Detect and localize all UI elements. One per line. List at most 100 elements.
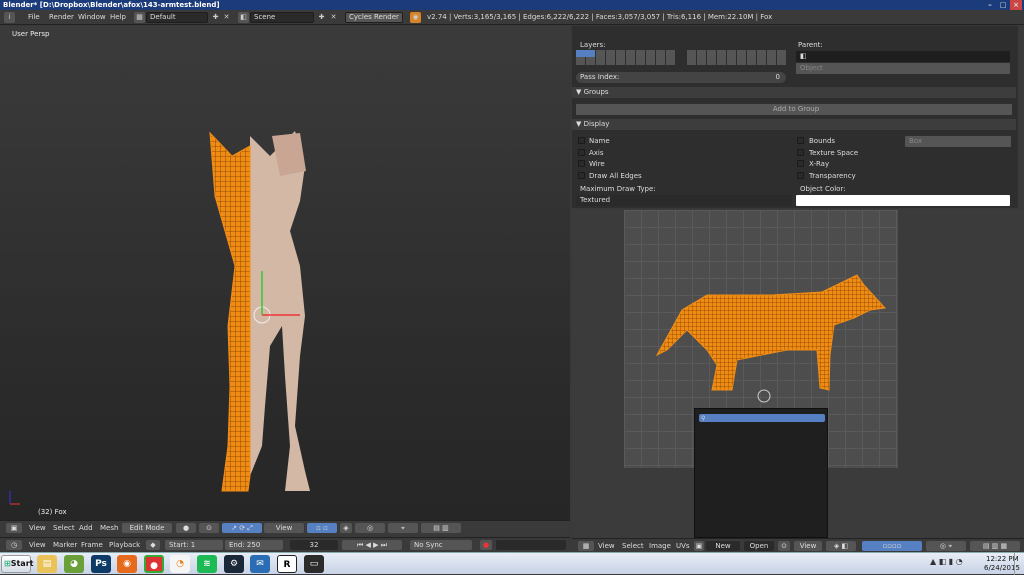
render-engine-selector[interactable]: Cycles Render	[345, 12, 403, 23]
editor-type-icon[interactable]: i	[4, 12, 15, 23]
uv-extra-buttons[interactable]: ▤ ▥ ▦	[970, 541, 1020, 551]
max-draw-type-label: Maximum Draw Type:	[580, 185, 656, 193]
console-icon[interactable]: ▭	[304, 555, 324, 573]
image-browse-icon[interactable]: ▣	[694, 541, 704, 551]
layers-grid-2[interactable]	[687, 50, 787, 65]
chrome-icon[interactable]: ●	[144, 555, 164, 573]
object-color-swatch[interactable]	[796, 195, 1010, 206]
menu-mesh[interactable]: Mesh	[100, 523, 118, 533]
max-draw-type-selector[interactable]: Textured	[576, 195, 792, 206]
sync-selector[interactable]: No Sync	[410, 540, 472, 550]
firefox-icon[interactable]: ◉	[117, 555, 137, 573]
menu-render[interactable]: Render	[49, 10, 74, 25]
uv-menu-select[interactable]: Select	[622, 541, 644, 551]
mode-selector[interactable]: Edit Mode	[122, 523, 172, 533]
pass-index-field[interactable]: Pass Index: 0	[576, 72, 786, 83]
add-scene-icon[interactable]: ✚	[316, 12, 327, 23]
menu-select[interactable]: Select	[53, 523, 75, 533]
new-image-button[interactable]: New	[706, 541, 740, 551]
timeline-editor-type[interactable]: ◷	[6, 540, 22, 550]
orientation-selector[interactable]: View	[264, 523, 304, 533]
uv-menu-uvs[interactable]: UVs	[676, 541, 690, 551]
paint-icon[interactable]: ◕	[64, 555, 84, 573]
wire-checkbox[interactable]	[578, 160, 585, 167]
proportional-edit[interactable]: ◎	[355, 523, 385, 533]
spotify-icon[interactable]: ≋	[197, 555, 217, 573]
menu-help[interactable]: Help	[110, 10, 126, 25]
timeline-menu-marker[interactable]: Marker	[53, 540, 77, 550]
minimize-button[interactable]: –	[984, 0, 996, 10]
layout-selector[interactable]: Default	[146, 12, 208, 23]
blender-icon[interactable]: ◔	[170, 555, 190, 573]
current-frame-field[interactable]: 32	[290, 540, 338, 550]
pivot-selector[interactable]: ⊙	[199, 523, 219, 533]
menu-add[interactable]: Add	[79, 523, 93, 533]
3d-viewport[interactable]: User Persp (32) Fox	[0, 26, 570, 520]
snap-toggle[interactable]: ⌖	[388, 523, 418, 533]
tray-icons[interactable]: ▲ ◧ ▮ ◔	[930, 557, 980, 571]
timeline-menu-playback[interactable]: Playback	[109, 540, 140, 550]
start-button[interactable]: ⊞Start	[1, 555, 33, 573]
occlude-toggle[interactable]: ◈	[340, 523, 352, 533]
parent-field[interactable]: ◧	[796, 51, 1010, 62]
active-layer[interactable]	[576, 50, 595, 57]
scene-selector[interactable]: Scene	[250, 12, 314, 23]
end-frame-field[interactable]: End: 250	[225, 540, 283, 550]
groups-panel-header[interactable]: ▼ Groups	[572, 87, 1016, 98]
menu-window[interactable]: Window	[78, 10, 106, 25]
uv-sync-buttons[interactable]: ◈ ◧	[826, 541, 856, 551]
uv-menu-image[interactable]: Image	[649, 541, 671, 551]
menu-view[interactable]: View	[29, 523, 46, 533]
timeline-menu-view[interactable]: View	[29, 540, 46, 550]
image-search-field[interactable]: ⚲	[699, 414, 825, 422]
keying-set-field[interactable]	[496, 540, 566, 550]
uv-select-mode-buttons[interactable]: ▫▫▫▫	[862, 541, 922, 551]
render-preview-buttons[interactable]: ▤ ▥	[421, 523, 461, 533]
r-studio-icon[interactable]: R	[277, 555, 297, 573]
uv-editor-type[interactable]: ▦	[578, 541, 594, 551]
bounds-checkbox[interactable]	[797, 137, 804, 144]
uv-editor[interactable]: ⚲	[572, 210, 1024, 538]
manipulator-toggles[interactable]: ↗ ⟳ ⤢	[222, 523, 262, 533]
menu-file[interactable]: File	[28, 10, 40, 25]
image-browser-popup[interactable]: ⚲	[694, 408, 828, 538]
remove-layout-icon[interactable]: ✕	[221, 12, 232, 23]
transparency-checkbox[interactable]	[797, 172, 804, 179]
info-header: i File Render Window Help ▦ Default ✚ ✕ …	[0, 10, 1024, 25]
maximize-button[interactable]: □	[997, 0, 1009, 10]
editor-type-button[interactable]: ▣	[6, 523, 22, 533]
keyframe-lock-icon[interactable]: ◆	[146, 540, 160, 550]
draw-all-edges-checkbox[interactable]	[578, 172, 585, 179]
playback-controls[interactable]: ⏮ ◀ ▶ ⏭	[342, 540, 402, 550]
texture-space-checkbox[interactable]	[797, 149, 804, 156]
shading-selector[interactable]: ●	[176, 523, 196, 533]
scene-icon[interactable]: ◧	[238, 12, 249, 23]
parent-type-selector[interactable]: Object	[796, 63, 1010, 74]
uv-menu-view[interactable]: View	[598, 541, 615, 551]
show-desktop-button[interactable]	[1014, 553, 1024, 575]
thunderbird-icon[interactable]: ✉	[250, 555, 270, 573]
start-frame-field[interactable]: Start: 1	[165, 540, 223, 550]
steam-icon[interactable]: ⚙	[224, 555, 244, 573]
display-panel-header[interactable]: ▼ Display	[572, 119, 1016, 130]
close-button[interactable]: ×	[1010, 0, 1022, 10]
select-mode-buttons[interactable]: ▫ ▫	[307, 523, 337, 533]
name-checkbox[interactable]	[578, 137, 585, 144]
add-to-group-button[interactable]: Add to Group	[576, 104, 1012, 115]
axis-checkbox[interactable]	[578, 149, 585, 156]
open-image-button[interactable]: Open	[744, 541, 774, 551]
fox-model[interactable]	[0, 26, 570, 520]
remove-scene-icon[interactable]: ✕	[328, 12, 339, 23]
layout-icon[interactable]: ▦	[134, 12, 145, 23]
uv-proportional[interactable]: ◎ ⌖	[926, 541, 966, 551]
record-button[interactable]: ●	[480, 540, 492, 550]
add-layout-icon[interactable]: ✚	[210, 12, 221, 23]
photoshop-icon[interactable]: Ps	[91, 555, 111, 573]
uv-view-selector[interactable]: View	[794, 541, 822, 551]
properties-scrollbar[interactable]	[1018, 26, 1024, 208]
timeline-menu-frame[interactable]: Frame	[81, 540, 103, 550]
pivot-icon[interactable]: ⊙	[778, 541, 790, 551]
bounds-type-selector[interactable]: Box	[905, 136, 1011, 147]
explorer-icon[interactable]: ▤	[37, 555, 57, 573]
xray-checkbox[interactable]	[797, 160, 804, 167]
